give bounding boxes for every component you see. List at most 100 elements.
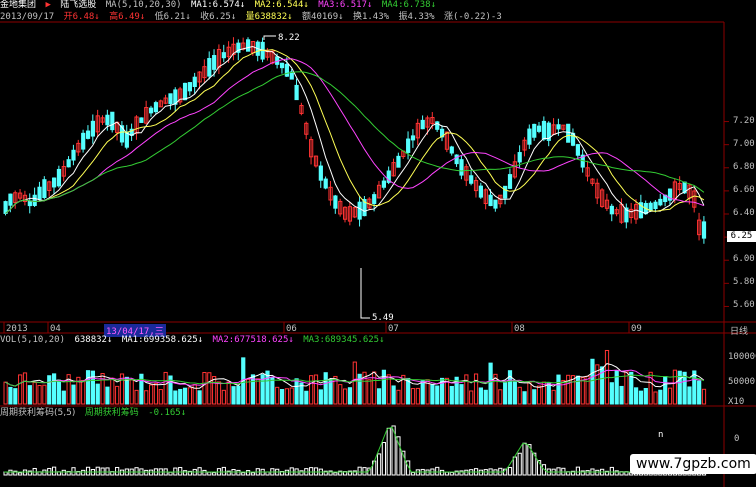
time-label-06: 06 bbox=[286, 324, 297, 334]
chip-bar bbox=[168, 471, 173, 476]
volume-bar bbox=[129, 379, 134, 405]
volume-bar bbox=[187, 387, 193, 405]
volume-bars[interactable] bbox=[3, 349, 707, 405]
volume-bar bbox=[90, 370, 96, 405]
price-tick-label: 6.00 bbox=[733, 254, 755, 265]
candle-body bbox=[454, 154, 459, 165]
candle-body bbox=[527, 128, 532, 145]
time-label-07: 07 bbox=[388, 324, 399, 334]
volume-bar bbox=[318, 389, 323, 405]
low-marker-line bbox=[360, 268, 370, 319]
time-label-09: 09 bbox=[631, 324, 642, 334]
candle-body bbox=[168, 93, 173, 105]
high-marker-label: 8.22 bbox=[278, 33, 300, 43]
volume-bar bbox=[47, 375, 52, 405]
chip-bar bbox=[425, 469, 430, 476]
chip-bar bbox=[119, 469, 125, 476]
volume-ma1: MA1:699358.625↓ bbox=[121, 335, 204, 345]
candle-body bbox=[81, 132, 86, 150]
chip-bar bbox=[236, 469, 241, 476]
volume-bar bbox=[410, 388, 416, 405]
chip-bar bbox=[18, 472, 23, 476]
candle-body bbox=[537, 125, 542, 132]
chip-bar bbox=[71, 467, 76, 476]
volume-bar bbox=[580, 377, 585, 405]
current-price-tag: 6.25 bbox=[727, 231, 756, 242]
volume-bar bbox=[71, 384, 76, 405]
candle-body bbox=[410, 135, 416, 141]
volume-bar bbox=[701, 388, 707, 405]
volume-bar bbox=[149, 384, 154, 405]
chip-bar bbox=[289, 467, 294, 476]
candle-body bbox=[406, 138, 411, 153]
volume-bar bbox=[663, 376, 668, 405]
vol-axis-100000: 100000 bbox=[728, 352, 756, 362]
volume-bar bbox=[638, 390, 644, 405]
candle-body bbox=[27, 200, 32, 207]
volume-ma2: MA2:677518.625↓ bbox=[212, 335, 294, 345]
candle-body bbox=[396, 155, 401, 168]
volume-bar bbox=[270, 377, 275, 405]
volume-ma3: MA3:689345.625↓ bbox=[303, 335, 385, 345]
extreme-markers bbox=[263, 35, 370, 319]
volume-bar bbox=[483, 389, 488, 405]
volume-bar bbox=[309, 375, 314, 405]
chip-bar bbox=[333, 472, 338, 476]
volume-bar bbox=[13, 388, 18, 405]
chip-bar bbox=[313, 467, 319, 476]
volume-bar bbox=[667, 387, 673, 405]
chip-bar bbox=[517, 452, 522, 476]
chip-bar bbox=[149, 469, 154, 476]
candle-body bbox=[52, 177, 57, 188]
candle-body bbox=[357, 201, 362, 220]
chip-bar bbox=[362, 467, 367, 476]
volume-bar bbox=[289, 387, 294, 405]
candle-body bbox=[420, 119, 425, 130]
volume-bar bbox=[212, 376, 217, 405]
volume-bar bbox=[522, 391, 527, 405]
chip-bar bbox=[512, 456, 517, 476]
chip-line bbox=[4, 426, 703, 473]
period-label[interactable]: 日线 bbox=[730, 324, 748, 337]
chip-label: 周期获利筹码 bbox=[84, 408, 139, 418]
volume-bar bbox=[347, 387, 353, 405]
volume-bar bbox=[614, 370, 619, 405]
candle-body bbox=[648, 202, 653, 212]
candle-body bbox=[469, 175, 474, 184]
volume-bar bbox=[473, 373, 479, 405]
candle-body bbox=[149, 107, 154, 114]
chip-bar bbox=[464, 469, 469, 476]
time-label-2013: 2013 bbox=[6, 324, 28, 334]
candle-body bbox=[333, 195, 338, 209]
watermark: www.7gpzb.com bbox=[630, 454, 756, 474]
chip-bar bbox=[144, 469, 149, 476]
volume-bar bbox=[551, 389, 556, 405]
chip-bar bbox=[595, 469, 600, 476]
volume-bar bbox=[42, 384, 47, 405]
volume-bar bbox=[95, 383, 100, 405]
volume-title[interactable]: VOL(5,10,20) bbox=[0, 335, 65, 345]
volume-bar bbox=[163, 371, 168, 405]
volume-bar bbox=[279, 389, 285, 405]
candle-body bbox=[66, 159, 71, 168]
candle-body bbox=[207, 58, 212, 77]
chip-bar bbox=[207, 471, 212, 476]
volume-bar bbox=[634, 387, 639, 405]
volume-bar bbox=[449, 385, 454, 405]
volume-bar bbox=[381, 369, 386, 405]
volume-bar bbox=[697, 380, 702, 405]
volume-bar bbox=[566, 374, 571, 405]
volume-bar bbox=[343, 388, 348, 405]
volume-bar bbox=[590, 358, 595, 405]
candle-body bbox=[37, 186, 42, 200]
volume-bar bbox=[420, 380, 425, 405]
candle-body bbox=[478, 185, 483, 198]
chip-bar bbox=[8, 469, 13, 476]
time-label-04: 04 bbox=[50, 324, 61, 334]
volume-bar bbox=[313, 374, 319, 405]
chip-title[interactable]: 周期获利筹码(5,5) bbox=[0, 408, 75, 418]
chip-bar bbox=[284, 469, 289, 476]
volume-bar bbox=[328, 378, 333, 405]
candle-body bbox=[541, 120, 547, 140]
volume-bar bbox=[672, 369, 677, 405]
